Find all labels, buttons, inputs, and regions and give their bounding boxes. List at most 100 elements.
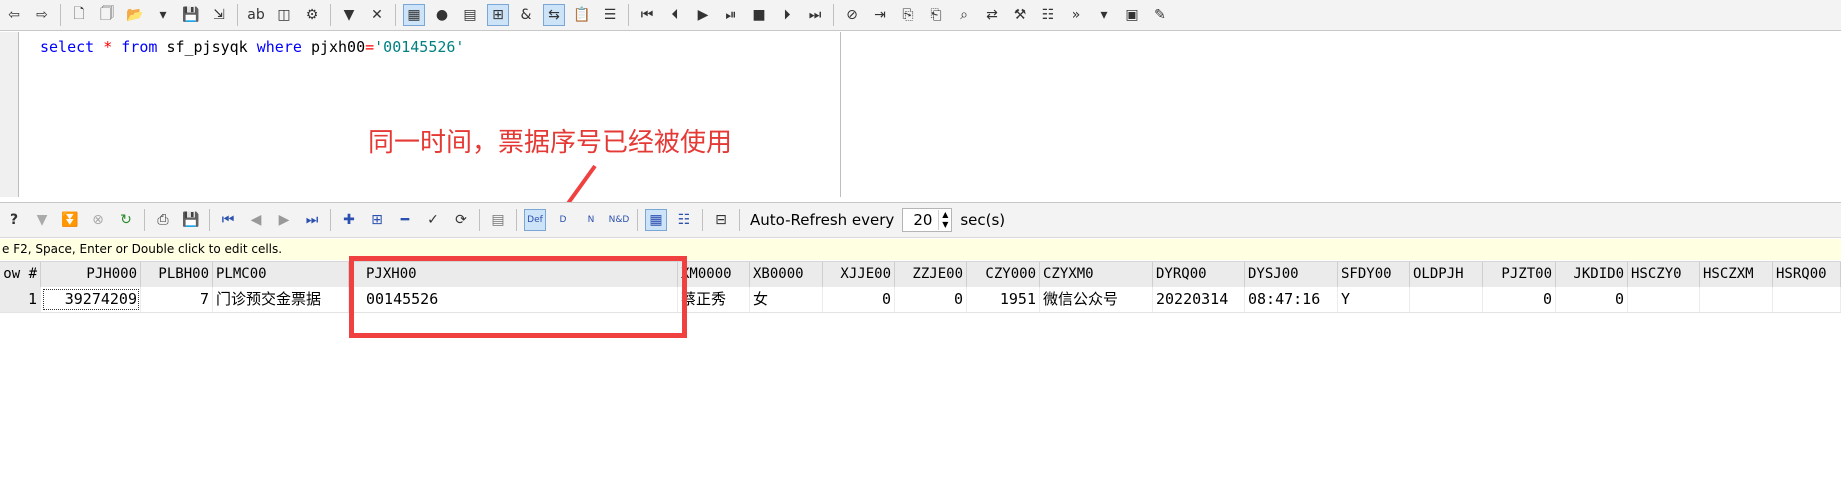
column-header-dysj00[interactable]: DYSJ00 — [1245, 262, 1338, 287]
show-null-button[interactable]: N — [580, 209, 602, 231]
cell-dyrq00[interactable]: 20220314 — [1153, 287, 1245, 312]
cell-pjh000[interactable]: 39274209 — [41, 287, 141, 312]
spin-down-icon[interactable]: ▼ — [939, 220, 951, 230]
column-header-pjh000[interactable]: PJH000 — [41, 262, 141, 287]
list-icon[interactable]: ☷ — [1037, 4, 1059, 26]
row-number-cell[interactable]: 1 — [0, 287, 41, 312]
replace-icon[interactable]: ⇄ — [981, 4, 1003, 26]
refresh-data-icon[interactable]: ⟳ — [450, 209, 472, 231]
copy-icon[interactable]: ⎘ — [897, 4, 919, 26]
tree-layout-icon[interactable]: ☷ — [673, 209, 695, 231]
cell-pjzt00[interactable]: 0 — [1483, 287, 1556, 312]
cell-hsczy0[interactable] — [1628, 287, 1700, 312]
column-header-pjzt00[interactable]: PJZT00 — [1483, 262, 1556, 287]
cell-czyxm0[interactable]: 微信公众号 — [1040, 287, 1153, 312]
column-header-xm0000[interactable]: XM0000 — [678, 262, 750, 287]
last-step-icon[interactable]: ⏭ — [804, 4, 826, 26]
column-header-jkdid0[interactable]: JKDID0 — [1556, 262, 1628, 287]
breakpoint-icon[interactable]: ⊘ — [841, 4, 863, 26]
refresh-icon[interactable]: ↻ — [115, 209, 137, 231]
indent-icon[interactable]: ⇥ — [869, 4, 891, 26]
auto-refresh-interval-input[interactable]: 20 ▲ ▼ — [902, 208, 953, 232]
ampersand-icon[interactable]: & — [515, 4, 537, 26]
filter-down-icon[interactable]: ▼ — [31, 209, 53, 231]
prev-record-icon[interactable]: ◀ — [245, 209, 267, 231]
run-to-cursor-icon[interactable]: ⏯ — [720, 4, 742, 26]
cell-oldpjh[interactable] — [1410, 287, 1483, 312]
insert-record-icon[interactable]: ✚ — [338, 209, 360, 231]
cell-plbh00[interactable]: 7 — [141, 287, 213, 312]
first-record-icon[interactable]: ⏮ — [217, 209, 239, 231]
back-arrow-icon[interactable]: ⇦ — [3, 4, 25, 26]
align-icon[interactable]: ☰ — [599, 4, 621, 26]
print-icon[interactable]: ⎙ — [152, 209, 174, 231]
find-icon[interactable]: ⌕ — [953, 4, 975, 26]
column-layout-icon[interactable]: ⊟ — [710, 209, 732, 231]
cell-xm0000[interactable]: 蔡正秀 — [678, 287, 750, 312]
column-header-xb0000[interactable]: XB0000 — [750, 262, 823, 287]
post-edit-icon[interactable]: ✓ — [422, 209, 444, 231]
chevrons-icon[interactable]: » — [1065, 4, 1087, 26]
explain-plan-icon[interactable]: ⊞ — [487, 4, 509, 26]
save-icon[interactable]: 💾 — [180, 209, 202, 231]
dropdown-arrow-icon[interactable]: ▾ — [1093, 4, 1115, 26]
cell-czy000[interactable]: 1951 — [967, 287, 1040, 312]
grid-view-icon[interactable]: ▦ — [403, 4, 425, 26]
dropdown-arrow-icon[interactable]: ▾ — [152, 4, 174, 26]
open-folder-icon[interactable]: 📂 — [124, 4, 146, 26]
column-header-plmc00[interactable]: PLMC00 — [213, 262, 349, 287]
step-back-icon[interactable]: ⏴ — [664, 4, 686, 26]
help-icon[interactable]: ? — [3, 209, 25, 231]
default-values-button[interactable]: Def — [524, 209, 546, 231]
show-null-diff-button[interactable]: N&D — [608, 209, 630, 231]
format-code-icon[interactable]: ⇆ — [543, 4, 565, 26]
run-icon[interactable]: ▶ — [692, 4, 714, 26]
plugin-icon[interactable]: ✎ — [1149, 4, 1171, 26]
save-as-icon[interactable]: ⇲ — [208, 4, 230, 26]
save-icon[interactable]: 💾 — [180, 4, 202, 26]
column-header-zzje00[interactable]: ZZJE00 — [895, 262, 967, 287]
column-header-xjje00[interactable]: XJJE00 — [823, 262, 895, 287]
table-row[interactable]: 1 39274209 7 门诊预交金票据 00145526 蔡正秀 女 0 0 … — [0, 287, 1841, 313]
first-step-icon[interactable]: ⏮ — [636, 4, 658, 26]
cell-dysj00[interactable]: 08:47:16 — [1245, 287, 1338, 312]
grid-layout-icon[interactable]: ▦ — [645, 209, 667, 231]
column-header-hsczxm[interactable]: HSCZXM — [1700, 262, 1773, 287]
next-record-icon[interactable]: ▶ — [273, 209, 295, 231]
text-format-icon[interactable]: ab — [245, 4, 267, 26]
sql-text[interactable]: select * from sf_pjsyqk where pjxh00='00… — [40, 38, 464, 56]
filter-all-icon[interactable]: ⏬ — [59, 209, 81, 231]
cancel-icon[interactable]: ⊗ — [87, 209, 109, 231]
forward-arrow-icon[interactable]: ⇨ — [31, 4, 53, 26]
split-view-icon[interactable]: ◫ — [273, 4, 295, 26]
insert-multiple-icon[interactable]: ⊞ — [366, 209, 388, 231]
cell-sfdy00[interactable]: Y — [1338, 287, 1410, 312]
column-header-dyrq00[interactable]: DYRQ00 — [1153, 262, 1245, 287]
cell-hsczxm[interactable] — [1700, 287, 1773, 312]
single-record-view-icon[interactable]: ▤ — [487, 209, 509, 231]
cell-hsrq00[interactable] — [1773, 287, 1841, 312]
editor-splitter[interactable] — [840, 32, 841, 197]
sql-editor[interactable]: select * from sf_pjsyqk where pjxh00='00… — [0, 32, 1841, 197]
cell-xb0000[interactable]: 女 — [750, 287, 823, 312]
cell-zzje00[interactable]: 0 — [895, 287, 967, 312]
delete-record-icon[interactable]: ━ — [394, 209, 416, 231]
column-header-hsrq00[interactable]: HSRQ00 — [1773, 262, 1841, 287]
column-header-plbh00[interactable]: PLBH00 — [141, 262, 213, 287]
column-header-sfdy00[interactable]: SFDY00 — [1338, 262, 1410, 287]
column-header-hsczy0[interactable]: HSCZY0 — [1628, 262, 1700, 287]
window-icon[interactable]: ▣ — [1121, 4, 1143, 26]
show-diff-button[interactable]: D — [552, 209, 574, 231]
run-options-icon[interactable]: ⚙ — [301, 4, 323, 26]
column-header-czy000[interactable]: CZY000 — [967, 262, 1040, 287]
clear-filter-icon[interactable]: ✕ — [366, 4, 388, 26]
last-record-icon[interactable]: ⏭ — [301, 209, 323, 231]
column-header-czyxm0[interactable]: CZYXM0 — [1040, 262, 1153, 287]
stop-icon[interactable]: ■ — [748, 4, 770, 26]
step-over-icon[interactable]: ⏵ — [776, 4, 798, 26]
filter-icon[interactable]: ▼ — [338, 4, 360, 26]
form-view-icon[interactable]: ▤ — [459, 4, 481, 26]
column-header-row-num[interactable]: ow # — [0, 262, 41, 287]
tools-icon[interactable]: ⚒ — [1009, 4, 1031, 26]
new-template-icon[interactable]: 🗍 — [96, 4, 118, 26]
